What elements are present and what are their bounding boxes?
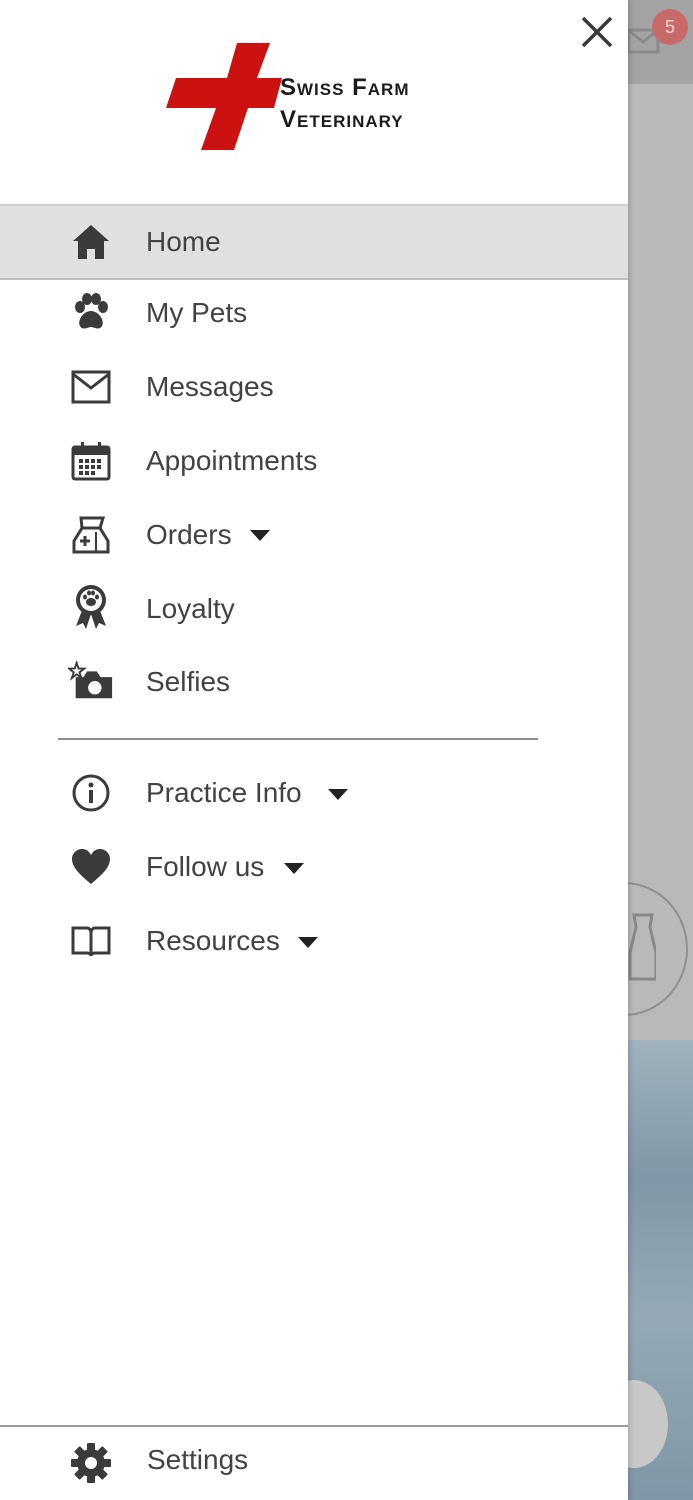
menu-label-home: Home <box>146 226 221 257</box>
brand-name: Swiss Farm Veterinary <box>280 72 410 136</box>
menu-item-selfies[interactable]: Selfies <box>0 646 628 718</box>
menu-item-follow-us[interactable]: Follow us <box>0 831 628 903</box>
close-icon[interactable] <box>578 13 616 51</box>
navigation-drawer: Swiss Farm Veterinary Home My Pets Messa… <box>0 0 628 1500</box>
menu-item-orders[interactable]: Orders <box>0 499 628 571</box>
heart-icon <box>68 844 114 890</box>
brand-name-line2: Veterinary <box>280 106 404 133</box>
menu-item-messages[interactable]: Messages <box>0 351 628 423</box>
camera-icon <box>68 658 114 704</box>
settings-divider <box>0 1425 628 1427</box>
envelope-icon <box>68 364 114 410</box>
chevron-down-icon <box>250 530 270 541</box>
menu-label-settings: Settings <box>147 1444 249 1475</box>
book-icon <box>68 918 114 964</box>
menu-label-resources: Resources <box>146 925 280 956</box>
menu-item-resources[interactable]: Resources <box>0 905 628 977</box>
chevron-down-icon <box>284 863 304 874</box>
home-icon <box>68 219 114 265</box>
menu-label-selfies: Selfies <box>146 666 231 697</box>
chevron-down-icon <box>328 789 348 800</box>
calendar-icon <box>68 438 114 484</box>
menu-label-loyalty: Loyalty <box>146 593 235 624</box>
menu-divider <box>58 738 538 740</box>
menu-item-my-pets[interactable]: My Pets <box>0 277 628 349</box>
menu-label-practice-info: Practice Info <box>146 777 302 808</box>
menu-item-settings[interactable]: Settings <box>0 1428 628 1498</box>
menu-item-practice-info[interactable]: Practice Info <box>0 757 628 829</box>
info-icon <box>68 770 114 816</box>
menu-label-follow-us: Follow us <box>146 851 265 882</box>
menu-label-appointments: Appointments <box>146 445 318 476</box>
pet-food-bag-icon <box>68 512 114 558</box>
gear-icon <box>71 1443 111 1483</box>
award-ribbon-icon <box>68 584 114 630</box>
menu-item-appointments[interactable]: Appointments <box>0 425 628 497</box>
jar-icon <box>628 913 656 981</box>
brand-name-line1: Swiss Farm <box>280 74 410 101</box>
menu-item-home[interactable]: Home <box>0 204 628 280</box>
chevron-down-icon <box>298 937 318 948</box>
paw-icon <box>68 290 114 336</box>
menu-item-loyalty[interactable]: Loyalty <box>0 573 628 645</box>
notification-badge: 5 <box>652 9 688 45</box>
menu-label-orders: Orders <box>146 519 232 550</box>
menu-label-messages: Messages <box>146 371 274 402</box>
menu-label-my-pets: My Pets <box>146 297 248 328</box>
